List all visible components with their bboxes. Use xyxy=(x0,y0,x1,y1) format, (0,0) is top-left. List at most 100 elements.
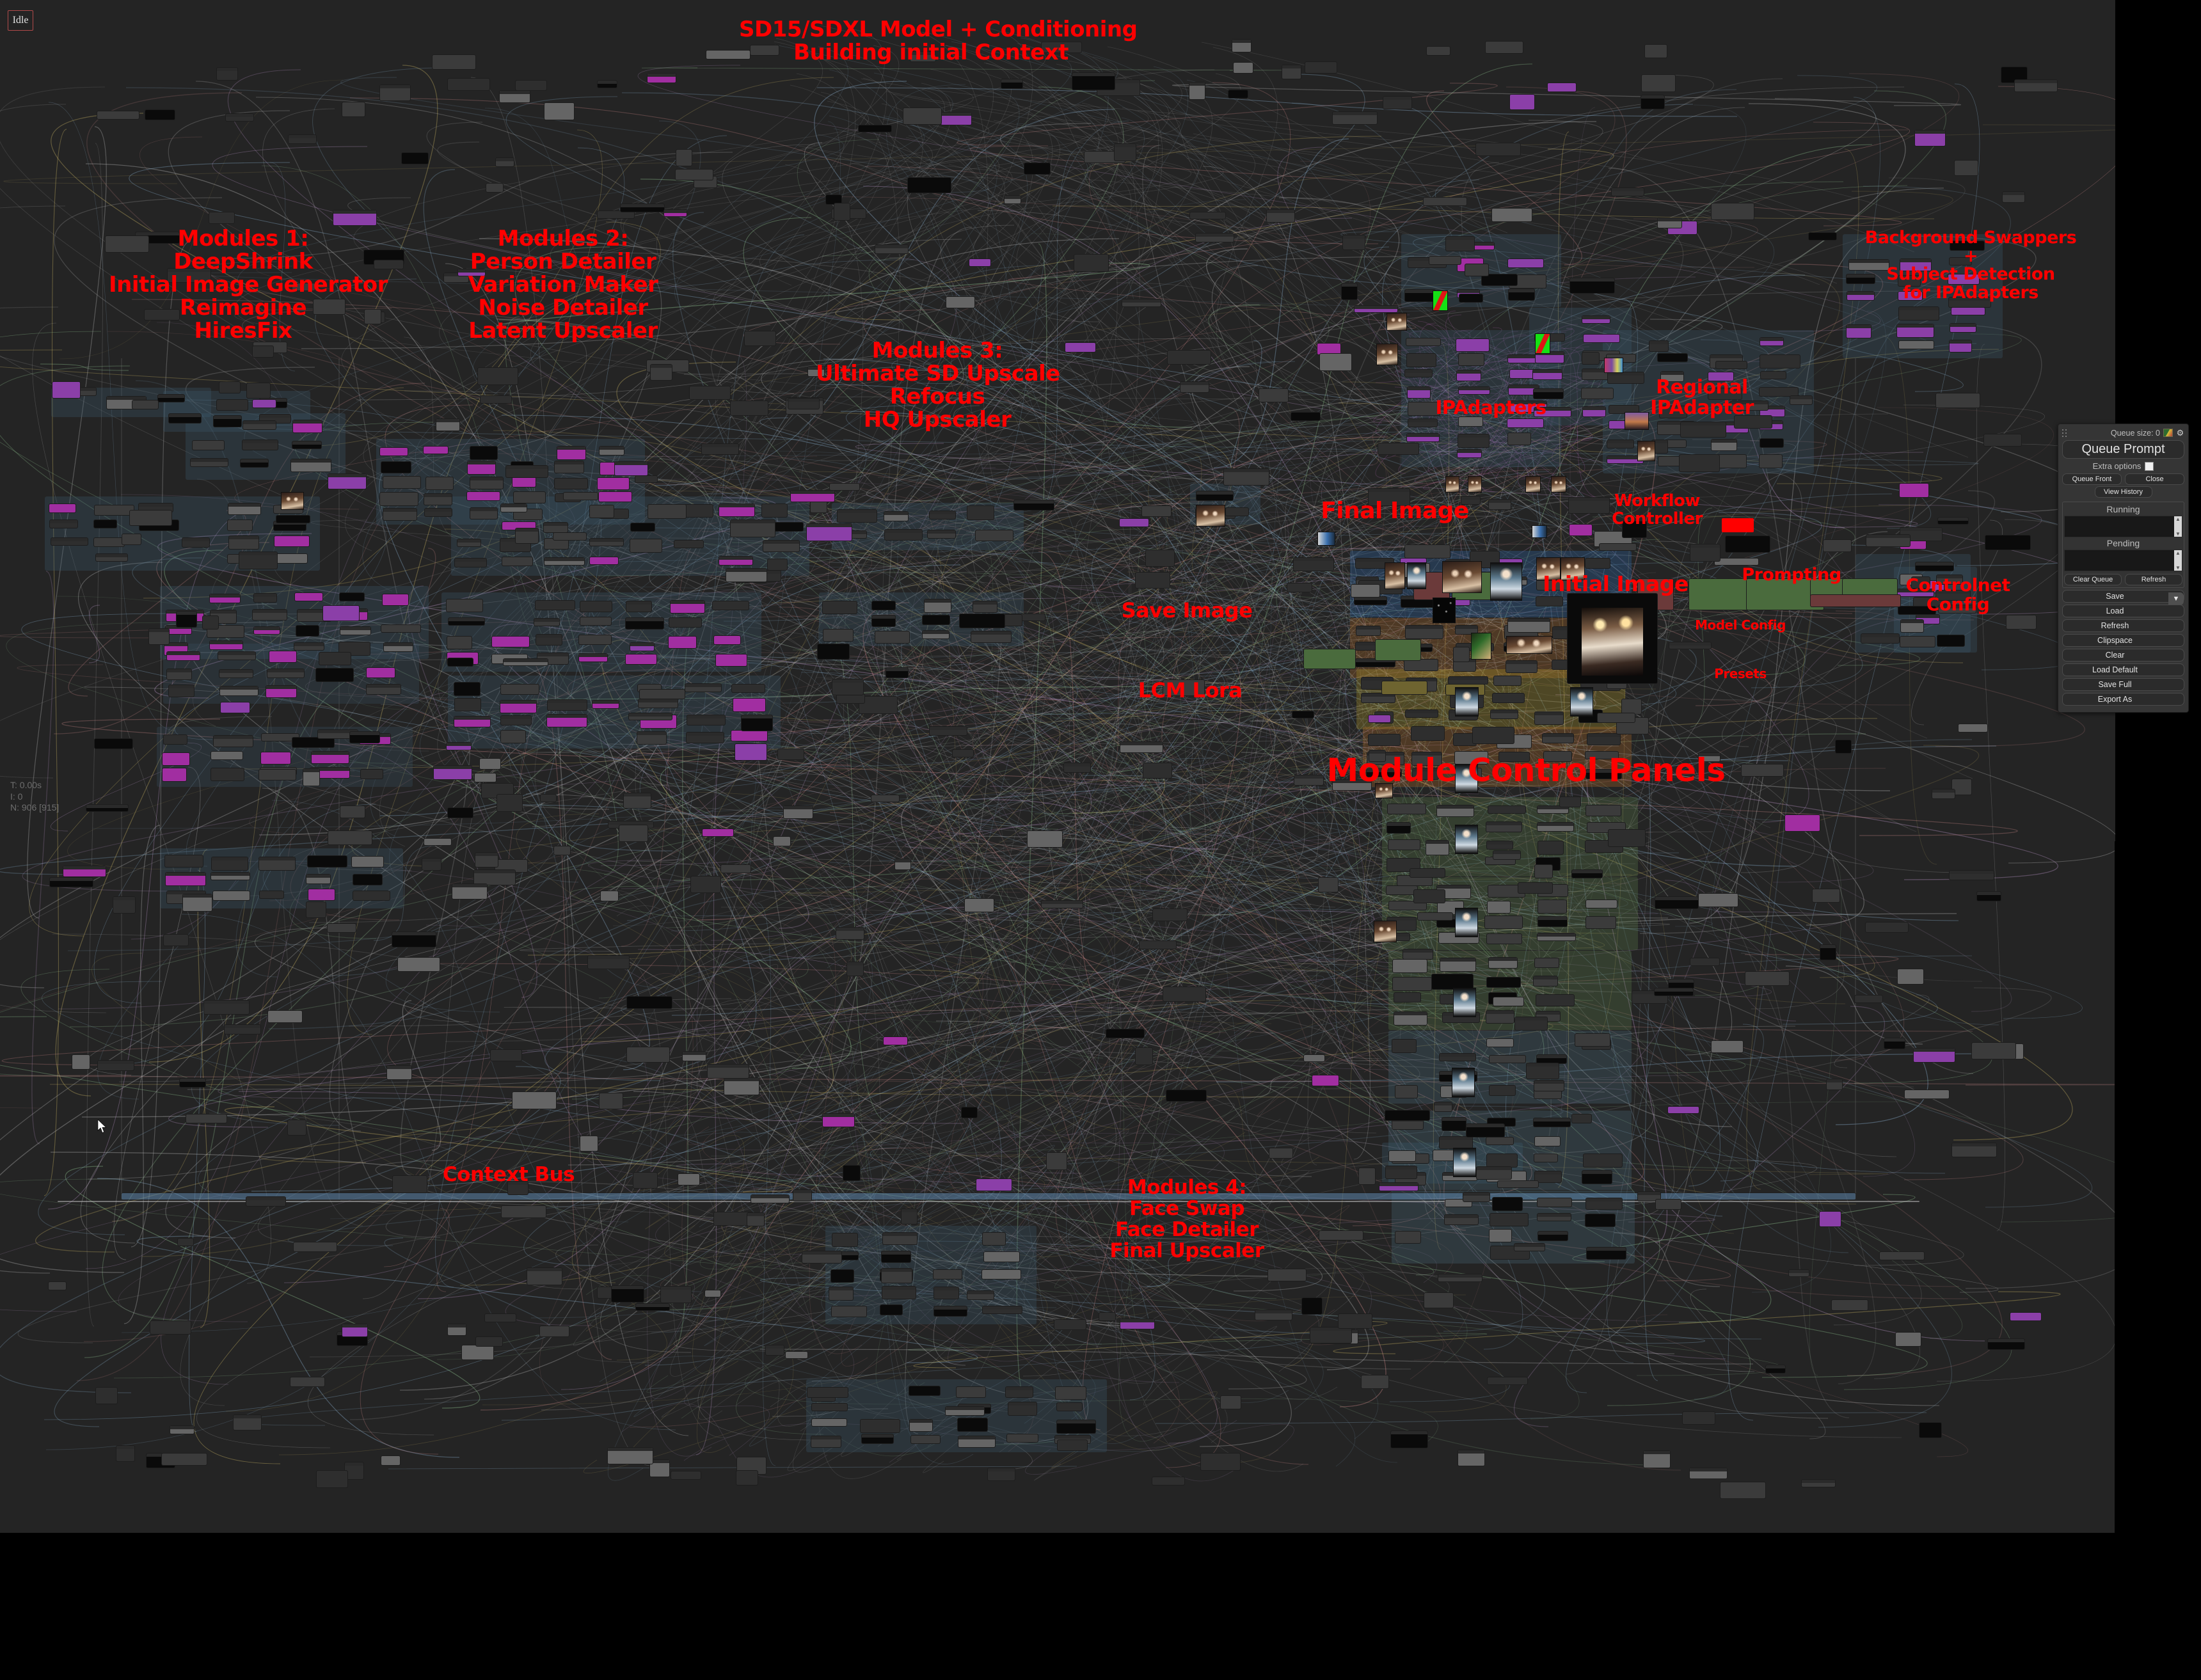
graph-node[interactable] xyxy=(554,846,570,855)
graph-node[interactable] xyxy=(1312,1075,1339,1086)
graph-node[interactable] xyxy=(1658,456,1681,466)
graph-node[interactable] xyxy=(1726,536,1770,552)
graph-node[interactable] xyxy=(1429,257,1461,264)
graph-node[interactable] xyxy=(580,1136,598,1151)
graph-node[interactable] xyxy=(292,738,334,747)
graph-node[interactable] xyxy=(1333,112,1377,124)
graph-node[interactable] xyxy=(260,891,284,899)
graph-node[interactable] xyxy=(1537,822,1573,831)
graph-node[interactable] xyxy=(1476,1167,1511,1179)
graph-node[interactable] xyxy=(1362,693,1395,702)
graph-node[interactable] xyxy=(969,259,990,266)
image-preview-thumbnail[interactable] xyxy=(1552,477,1566,492)
graph-node[interactable] xyxy=(1914,1049,1955,1062)
graph-node[interactable] xyxy=(1533,976,1557,986)
graph-node[interactable] xyxy=(1411,727,1444,740)
graph-node[interactable] xyxy=(273,553,308,563)
graph-node[interactable] xyxy=(983,1252,1019,1262)
graph-node[interactable] xyxy=(1486,1010,1514,1023)
graph-node[interactable] xyxy=(1905,1090,1949,1098)
graph-node[interactable] xyxy=(303,769,319,786)
graph-node[interactable] xyxy=(1406,710,1438,718)
graph-node[interactable] xyxy=(923,630,949,638)
graph-node[interactable] xyxy=(228,536,258,549)
graph-node[interactable] xyxy=(1790,396,1812,404)
graph-node[interactable] xyxy=(1465,264,1488,276)
graph-node[interactable] xyxy=(636,1304,669,1310)
graph-node[interactable] xyxy=(834,203,850,220)
graph-node[interactable] xyxy=(457,539,481,546)
save-button[interactable]: Save xyxy=(2062,590,2184,603)
graph-node[interactable] xyxy=(1140,941,1176,949)
graph-node[interactable] xyxy=(629,713,672,720)
image-preview-thumbnail[interactable] xyxy=(1456,688,1478,716)
graph-node[interactable] xyxy=(1143,763,1172,778)
graph-node[interactable] xyxy=(1234,63,1253,73)
graph-node[interactable] xyxy=(1536,597,1563,606)
graph-node[interactable] xyxy=(1459,294,1482,302)
graph-node[interactable] xyxy=(626,601,651,612)
graph-node[interactable] xyxy=(169,685,194,697)
graph-node[interactable] xyxy=(832,1233,857,1246)
graph-node[interactable] xyxy=(1936,393,1980,408)
graph-node[interactable] xyxy=(1056,1403,1082,1411)
graph-node[interactable] xyxy=(703,829,733,836)
graph-node[interactable] xyxy=(212,891,250,901)
graph-node[interactable] xyxy=(1282,65,1301,79)
graph-node[interactable] xyxy=(183,894,212,911)
graph-node[interactable] xyxy=(1932,789,1955,798)
graph-node[interactable] xyxy=(434,766,472,779)
graph-node[interactable] xyxy=(1866,923,1908,932)
graph-node[interactable] xyxy=(1397,876,1432,885)
graph-node[interactable] xyxy=(96,1388,117,1404)
graph-node[interactable] xyxy=(934,1306,967,1316)
graph-node[interactable] xyxy=(266,686,297,698)
graph-node[interactable] xyxy=(1487,977,1521,987)
graph-node[interactable] xyxy=(290,459,331,472)
graph-node[interactable] xyxy=(350,732,379,743)
graph-node[interactable] xyxy=(1449,677,1488,684)
graph-node[interactable] xyxy=(496,158,514,166)
graph-node[interactable] xyxy=(254,627,280,634)
graph-node[interactable] xyxy=(268,1011,302,1022)
graph-node[interactable] xyxy=(51,538,88,545)
graph-node[interactable] xyxy=(1515,1017,1547,1030)
graph-node[interactable] xyxy=(1302,1298,1322,1314)
graph-node[interactable] xyxy=(1896,1333,1921,1346)
graph-node[interactable] xyxy=(345,1462,363,1479)
graph-node[interactable] xyxy=(193,441,224,450)
graph-node[interactable] xyxy=(380,448,408,456)
graph-node[interactable] xyxy=(1899,306,1939,320)
graph-node[interactable] xyxy=(882,1287,916,1299)
graph-node[interactable] xyxy=(1168,351,1211,364)
graph-node[interactable] xyxy=(674,541,703,548)
graph-node[interactable] xyxy=(540,1326,569,1336)
graph-node[interactable] xyxy=(1712,203,1754,219)
graph-node[interactable] xyxy=(650,1460,669,1477)
graph-node[interactable] xyxy=(1476,143,1520,155)
graph-node[interactable] xyxy=(211,872,250,880)
graph-node[interactable] xyxy=(1074,255,1108,271)
graph-node[interactable] xyxy=(880,1305,902,1315)
graph-node[interactable] xyxy=(1382,681,1427,694)
graph-node[interactable] xyxy=(392,932,436,947)
graph-node[interactable] xyxy=(486,184,503,192)
graph-node[interactable] xyxy=(903,108,941,124)
graph-node[interactable] xyxy=(1655,988,1693,995)
graph-node[interactable] xyxy=(211,751,242,759)
graph-node[interactable] xyxy=(831,1270,854,1282)
graph-node[interactable] xyxy=(1006,1387,1033,1397)
graph-node[interactable] xyxy=(1715,559,1758,565)
graph-node[interactable] xyxy=(580,601,612,612)
image-preview-thumbnail[interactable] xyxy=(1318,532,1335,545)
graph-node[interactable] xyxy=(1407,434,1439,441)
graph-node[interactable] xyxy=(381,1456,400,1465)
queue-prompt-button[interactable]: Queue Prompt xyxy=(2062,440,2184,459)
graph-node[interactable] xyxy=(436,419,459,431)
image-preview-thumbnail[interactable] xyxy=(1605,358,1623,372)
graph-node[interactable] xyxy=(474,870,515,885)
graph-node[interactable] xyxy=(97,111,139,119)
load-button[interactable]: Load xyxy=(2062,605,2184,617)
graph-node[interactable] xyxy=(1988,1339,2024,1349)
graph-node[interactable] xyxy=(811,1436,841,1447)
